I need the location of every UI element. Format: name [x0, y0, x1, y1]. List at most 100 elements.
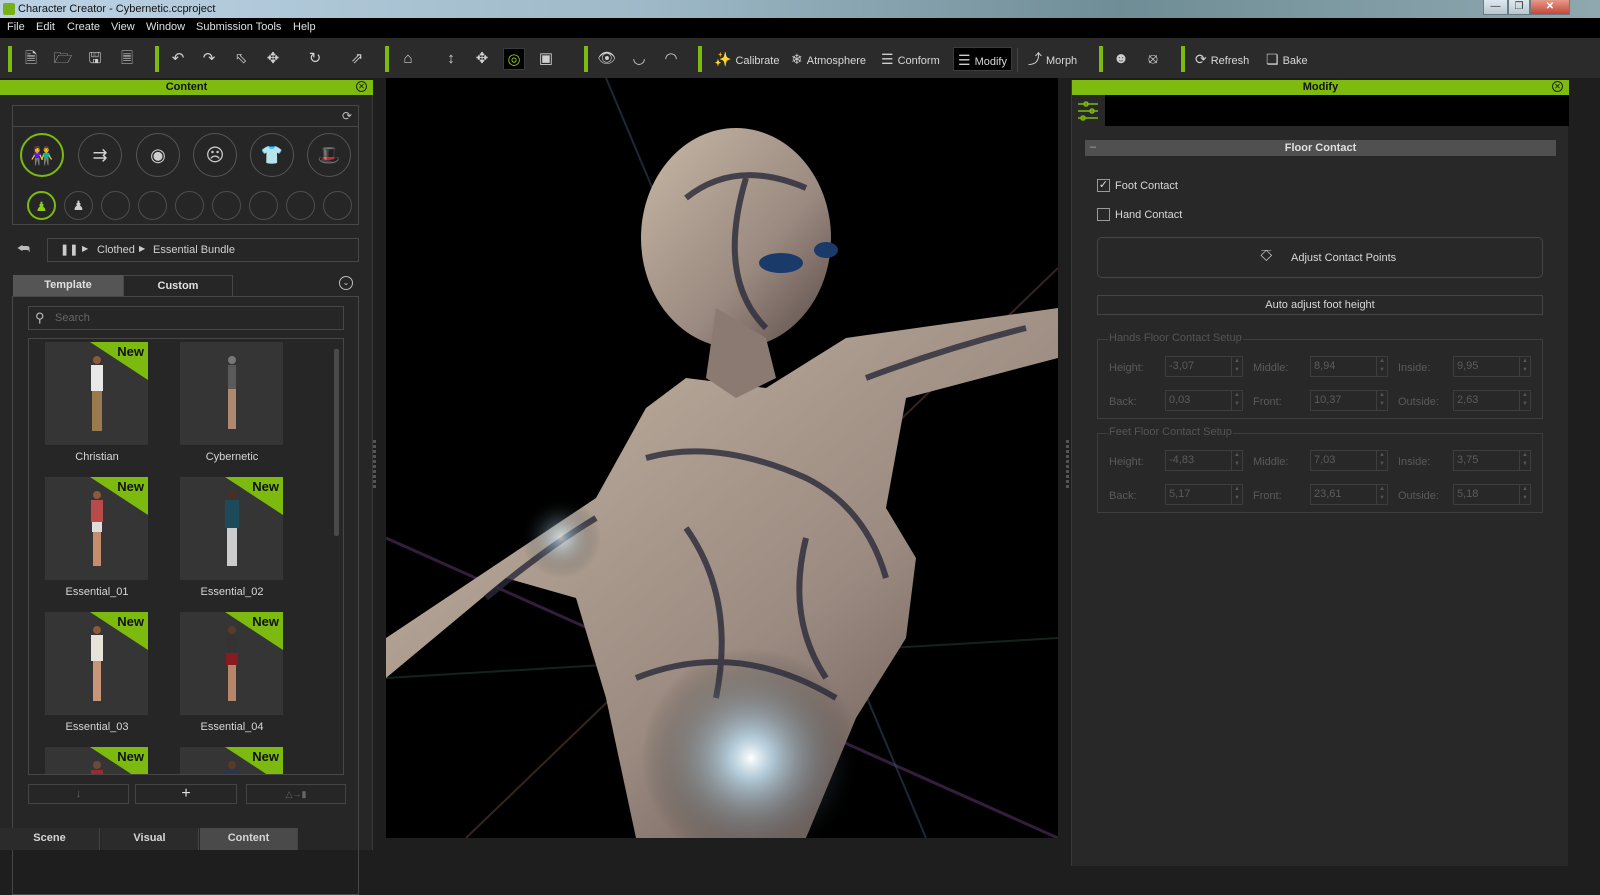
tab-custom[interactable]: Custom: [123, 275, 233, 296]
morph-button[interactable]: ⤴ Morph: [1024, 47, 1081, 71]
subcategory-clothed-icon[interactable]: ♟: [27, 191, 56, 220]
feet-back-spinbox[interactable]: 5,17 ▲ ▼: [1165, 484, 1243, 505]
thumbnail-essential-02[interactable]: New: [180, 477, 283, 580]
new-file-icon[interactable]: 🗎: [20, 48, 42, 70]
close-panel-icon[interactable]: ✕: [356, 81, 367, 92]
subcategory-empty[interactable]: [286, 191, 315, 220]
close-panel-icon[interactable]: ✕: [1552, 81, 1563, 92]
character-transfer-icon[interactable]: ☻: [1110, 48, 1132, 70]
subcategory-empty[interactable]: [249, 191, 278, 220]
category-morph-icon[interactable]: ⇉: [78, 133, 122, 177]
tab-content[interactable]: Content: [200, 828, 298, 850]
feet-inside-spinbox[interactable]: 3,75 ▲ ▼: [1453, 450, 1531, 471]
fit-vertical-icon[interactable]: ↕: [440, 48, 462, 70]
left-splitter-handle[interactable]: [373, 440, 376, 490]
refresh-button[interactable]: ⟳ Refresh: [1191, 47, 1253, 71]
menu-submission-tools[interactable]: Submission Tools: [196, 21, 281, 33]
options-chevron-icon[interactable]: ⌄: [339, 276, 353, 290]
search-input[interactable]: ⚲ Search: [28, 306, 344, 330]
download-button[interactable]: ↓: [28, 784, 129, 804]
subcategory-empty[interactable]: [101, 191, 130, 220]
thumbnail-essential-03[interactable]: New: [45, 612, 148, 715]
breadcrumb-item[interactable]: Clothed: [97, 244, 135, 256]
feet-height-spinbox[interactable]: -4,83 ▲ ▼: [1165, 450, 1243, 471]
fit-all-icon[interactable]: ✥: [471, 48, 493, 70]
hands-middle-spinbox[interactable]: 8,94 ▲ ▼: [1310, 356, 1388, 377]
bake-button[interactable]: ❏ Bake: [1262, 47, 1312, 71]
redo-icon[interactable]: ↷: [198, 48, 220, 70]
back-icon[interactable]: ⮪: [17, 240, 30, 257]
add-button[interactable]: +: [135, 784, 237, 804]
thumbnail-christian[interactable]: New: [45, 342, 148, 445]
3d-viewport[interactable]: [386, 78, 1058, 838]
menu-view[interactable]: View: [111, 21, 135, 33]
hands-inside-spinbox[interactable]: 9,95 ▲ ▼: [1453, 356, 1531, 377]
spin-arrows-icon[interactable]: ▲ ▼: [1519, 357, 1530, 376]
auto-adjust-foot-height-button[interactable]: Auto adjust foot height: [1097, 295, 1543, 315]
rotate-icon[interactable]: ↻: [304, 48, 326, 70]
menu-create[interactable]: Create: [67, 21, 100, 33]
spin-arrows-icon[interactable]: ▲ ▼: [1231, 357, 1242, 376]
lips-icon[interactable]: ◡: [628, 48, 650, 70]
scale-icon[interactable]: ⇗: [346, 48, 368, 70]
tab-template[interactable]: Template: [13, 275, 123, 296]
move-icon[interactable]: ✥: [262, 48, 284, 70]
spin-arrows-icon[interactable]: ▲ ▼: [1376, 451, 1387, 470]
feet-outside-spinbox[interactable]: 5,18 ▲ ▼: [1453, 484, 1531, 505]
hands-outside-spinbox[interactable]: 2,63 ▲ ▼: [1453, 390, 1531, 411]
subcategory-base-icon[interactable]: ♟: [64, 191, 93, 220]
scrollbar-thumb[interactable]: [334, 349, 339, 536]
category-head-icon[interactable]: ☹: [193, 133, 237, 177]
open-folder-icon[interactable]: 🗁: [52, 48, 74, 70]
feet-middle-spinbox[interactable]: 7,03 ▲ ▼: [1310, 450, 1388, 471]
breadcrumb-item[interactable]: Essential Bundle: [153, 244, 235, 256]
thumbnail-item[interactable]: New: [45, 747, 148, 774]
frame-icon[interactable]: ▣: [535, 48, 557, 70]
hands-back-spinbox[interactable]: 0,03 ▲ ▼: [1165, 390, 1243, 411]
spin-arrows-icon[interactable]: ▲ ▼: [1231, 391, 1242, 410]
spin-arrows-icon[interactable]: ▲ ▼: [1376, 357, 1387, 376]
home-icon[interactable]: ⌂: [397, 48, 419, 70]
hands-front-spinbox[interactable]: 10,37 ▲ ▼: [1310, 390, 1388, 411]
thumbnail-essential-04[interactable]: New: [180, 612, 283, 715]
menu-edit[interactable]: Edit: [36, 21, 55, 33]
adjust-contact-points-button[interactable]: ⎏ Adjust Contact Points: [1097, 237, 1543, 278]
atmosphere-button[interactable]: ❄ Atmosphere: [787, 47, 870, 71]
conform-button[interactable]: ☰ Conform: [877, 47, 944, 71]
category-accessory-icon[interactable]: 🎩: [307, 133, 351, 177]
thumbnail-item[interactable]: New: [180, 747, 283, 774]
spin-arrows-icon[interactable]: ▲ ▼: [1519, 391, 1530, 410]
export-icon[interactable]: 🗏: [116, 48, 138, 70]
undo-icon[interactable]: ↶: [167, 48, 189, 70]
replace-button[interactable]: △→▮: [246, 784, 346, 804]
foot-contact-checkbox[interactable]: ✓: [1097, 179, 1110, 192]
spin-arrows-icon[interactable]: ▲ ▼: [1376, 485, 1387, 504]
menu-help[interactable]: Help: [293, 21, 316, 33]
floor-contact-section-header[interactable]: – Floor Contact: [1085, 140, 1556, 156]
restore-button[interactable]: ❐: [1508, 0, 1530, 15]
tab-scene[interactable]: Scene: [0, 828, 100, 850]
select-arrow-icon[interactable]: ⬁: [230, 48, 252, 70]
subcategory-empty[interactable]: [175, 191, 204, 220]
category-character-icon[interactable]: 👫: [20, 133, 64, 177]
right-splitter-handle[interactable]: [1066, 440, 1069, 490]
menu-file[interactable]: File: [7, 21, 25, 33]
feet-front-spinbox[interactable]: 23,61 ▲ ▼: [1310, 484, 1388, 505]
calibrate-button[interactable]: ✨ Calibrate: [710, 47, 783, 71]
focus-icon[interactable]: ◎: [503, 48, 525, 70]
hand-contact-checkbox[interactable]: [1097, 208, 1110, 221]
subcategory-empty[interactable]: [212, 191, 241, 220]
subcategory-empty[interactable]: [138, 191, 167, 220]
thumbnail-cybernetic[interactable]: [180, 342, 283, 445]
spin-arrows-icon[interactable]: ▲ ▼: [1231, 451, 1242, 470]
modify-button[interactable]: ☰ Modify: [953, 47, 1012, 71]
tab-visual[interactable]: Visual: [101, 828, 199, 850]
subcategory-empty[interactable]: [323, 191, 352, 220]
category-clothing-icon[interactable]: 👕: [250, 133, 294, 177]
minimize-button[interactable]: —: [1483, 0, 1508, 15]
spin-arrows-icon[interactable]: ▲ ▼: [1519, 451, 1530, 470]
spin-arrows-icon[interactable]: ▲ ▼: [1231, 485, 1242, 504]
save-icon[interactable]: 🖫: [84, 48, 106, 70]
people-icon[interactable]: ❚❚: [60, 243, 78, 256]
spin-arrows-icon[interactable]: ▲ ▼: [1519, 485, 1530, 504]
